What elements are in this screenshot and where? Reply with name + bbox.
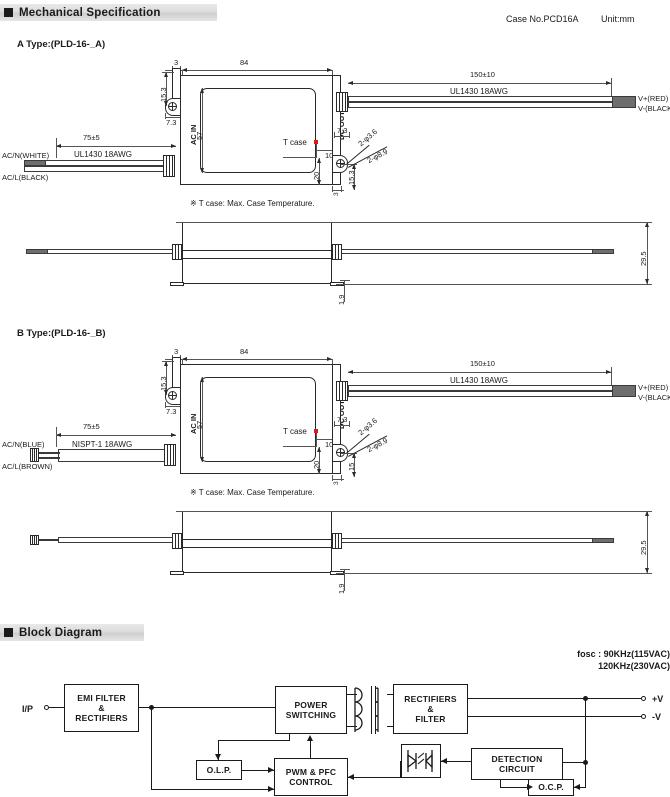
section-header-mechanical: Mechanical Specification — [0, 4, 217, 21]
block-detection-circuit: DETECTION CIRCUIT — [471, 748, 563, 780]
label-b-t-case: T case — [283, 427, 307, 436]
block-olp: O.L.P. — [196, 760, 242, 780]
section-header-block-diagram: Block Diagram — [0, 624, 144, 641]
block-emi-filter-label: EMI FILTER & RECTIFIERS — [75, 692, 128, 723]
label-a-ac-in: AC IN — [189, 124, 198, 145]
section-title-mechanical: Mechanical Specification — [19, 6, 161, 19]
dim-a-body-length: 84 — [240, 58, 249, 67]
bullet-square-icon — [4, 628, 13, 637]
dim-b-right-tab-width: 3 — [333, 481, 340, 485]
wire-label-b-vplus: V+(RED) — [638, 383, 669, 392]
subtitle-b-type: B Type:(PLD-16-_B) — [17, 328, 106, 339]
optocoupler — [401, 744, 441, 778]
fosc-line-2: 120KHz(230VAC) — [598, 661, 670, 672]
dim-a-right-tab-edge: 7.3 — [337, 126, 348, 135]
dim-a-hole-large: 2-φ8.9 — [365, 146, 390, 166]
dim-b-body-length: 84 — [240, 347, 249, 356]
label-output-vplus: +V — [652, 694, 664, 704]
block-rectifiers-filter: RECTIFIERS & FILTER — [393, 684, 468, 734]
block-ocp-label: O.C.P. — [538, 782, 564, 793]
dim-b-input-length: 75±5 — [83, 422, 100, 431]
block-pwm-pfc-control-label: PWM & PFC CONTROL — [285, 766, 337, 787]
spec-b-input-cable: NISPT-1 18AWG — [72, 440, 133, 449]
dim-a-tab-edge: 7.3 — [166, 118, 177, 127]
dim-b-tab-width: 3 — [174, 347, 179, 356]
spec-a-input-cable: UL1430 18AWG — [74, 150, 132, 159]
subtitle-a-type: A Type:(PLD-16-_A) — [17, 39, 106, 50]
note-b-tcase: ※ T case: Max. Case Temperature. — [190, 488, 315, 497]
unit-note: Unit:mm — [601, 14, 635, 24]
dim-b-tab-edge: 7.3 — [166, 407, 177, 416]
label-output-vminus: -V — [652, 712, 661, 722]
bullet-square-icon — [4, 8, 13, 17]
wire-label-b-vminus: V-(BLACK) — [638, 393, 670, 402]
block-olp-label: O.L.P. — [206, 764, 232, 775]
label-b-ac-in: AC IN — [189, 413, 198, 434]
dim-a-right-tab-width: 3 — [333, 192, 340, 196]
label-a-t-case: T case — [283, 138, 307, 147]
wire-label-a-vplus: V+(RED) — [638, 94, 669, 103]
wire-label-a-vminus: V-(BLACK) — [638, 104, 670, 113]
wire-label-a-acn: AC/N(WHITE) — [2, 151, 50, 160]
block-power-switching: POWER SWITCHING — [275, 686, 347, 734]
block-ocp: O.C.P. — [528, 779, 574, 796]
transformer-primary — [352, 686, 368, 739]
block-pwm-pfc-control: PWM & PFC CONTROL — [274, 758, 348, 796]
dim-a-output-length: 150±10 — [470, 70, 495, 79]
wire-label-a-acl: AC/L(BLACK) — [2, 173, 49, 182]
datasheet-page: Mechanical Specification Case No.PCD16A … — [0, 0, 670, 797]
wire-label-b-acl: AC/L(BROWN) — [2, 462, 53, 471]
block-emi-filter: EMI FILTER & RECTIFIERS — [64, 684, 139, 732]
dim-a-tab-width: 3 — [174, 58, 179, 67]
note-a-tcase: ※ T case: Max. Case Temperature. — [190, 199, 315, 208]
dim-b-hole-large: 2-φ8.9 — [365, 435, 390, 455]
fosc-line-1: fosc : 90KHz(115VAC) — [577, 649, 670, 659]
section-title-block-diagram: Block Diagram — [19, 626, 103, 639]
case-number: Case No.PCD16A — [506, 14, 579, 24]
dim-b-output-length: 150±10 — [470, 359, 495, 368]
dim-a-input-length: 75±5 — [83, 133, 100, 142]
block-rectifiers-filter-label: RECTIFIERS & FILTER — [404, 693, 457, 724]
spec-a-output-cable: UL1430 18AWG — [450, 87, 508, 96]
dim-b-right-tab-edge: 7.3 — [337, 415, 348, 424]
label-input-terminal: I/P — [22, 704, 34, 714]
spec-b-output-cable: UL1430 18AWG — [450, 376, 508, 385]
block-detection-circuit-label: DETECTION CIRCUIT — [491, 753, 543, 774]
block-power-switching-label: POWER SWITCHING — [285, 699, 337, 720]
wire-label-b-acn: AC/N(BLUE) — [2, 440, 45, 449]
